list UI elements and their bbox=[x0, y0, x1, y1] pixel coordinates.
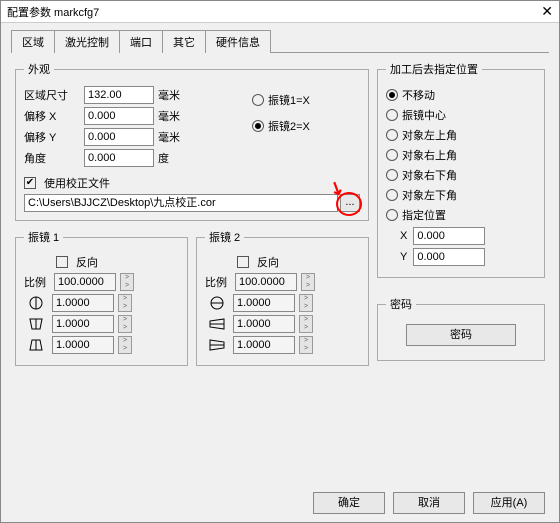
goto-y-input[interactable]: 0.000 bbox=[413, 248, 485, 266]
close-icon[interactable]: ✕ bbox=[541, 3, 553, 20]
g2-k3-input[interactable]: 1.0000 bbox=[233, 336, 295, 354]
shape-circle-icon bbox=[205, 294, 229, 312]
galvo2-legend: 振镜 2 bbox=[205, 229, 244, 245]
galvo2-group: 振镜 2 反向 比例100.0000>> 1.0000>> 1.0000>> 1… bbox=[196, 229, 369, 366]
shape-trap2-icon bbox=[24, 336, 48, 354]
usefile-label: 使用校正文件 bbox=[44, 175, 110, 191]
goto-legend: 加工后去指定位置 bbox=[386, 61, 482, 77]
angle-label: 角度 bbox=[24, 150, 80, 166]
browse-button[interactable]: ... bbox=[340, 194, 360, 212]
goto-opt-3[interactable] bbox=[386, 149, 398, 161]
tab-laser[interactable]: 激光控制 bbox=[54, 30, 120, 53]
appearance-group: 外观 区域尺寸 132.00 毫米 偏移 X 0.000 毫米 偏移 Y 0.0 bbox=[15, 61, 369, 221]
appearance-legend: 外观 bbox=[24, 61, 54, 77]
cancel-button[interactable]: 取消 bbox=[393, 492, 465, 514]
window-title: 配置参数 markcfg7 bbox=[7, 4, 99, 20]
shape-circle-icon bbox=[24, 294, 48, 312]
g1-reverse-check[interactable] bbox=[56, 256, 68, 268]
g1-k1-spin[interactable]: >> bbox=[118, 294, 132, 312]
goto-opt-4[interactable] bbox=[386, 169, 398, 181]
area-input[interactable]: 132.00 bbox=[84, 86, 154, 104]
footer: 确定 取消 应用(A) bbox=[313, 492, 545, 514]
goto-group: 加工后去指定位置 不移动 振镜中心 对象左上角 对象右上角 对象右下角 对象左下… bbox=[377, 61, 545, 278]
g2-k1-spin[interactable]: >> bbox=[299, 294, 313, 312]
file-path-input[interactable]: C:\Users\BJJCZ\Desktop\九点校正.cor bbox=[24, 194, 338, 212]
g1-ratio-spin[interactable]: >> bbox=[120, 273, 134, 291]
angle-unit: 度 bbox=[158, 150, 186, 166]
offy-label: 偏移 Y bbox=[24, 129, 80, 145]
g1-ratio-label: 比例 bbox=[24, 274, 50, 290]
galvo1x-radio[interactable] bbox=[252, 94, 264, 106]
goto-x-input[interactable]: 0.000 bbox=[413, 227, 485, 245]
offx-input[interactable]: 0.000 bbox=[84, 107, 154, 125]
g2-k3-spin[interactable]: >> bbox=[299, 336, 313, 354]
tab-port[interactable]: 端口 bbox=[119, 30, 163, 53]
g2-reverse-check[interactable] bbox=[237, 256, 249, 268]
password-group: 密码 密码 bbox=[377, 296, 545, 361]
g2-k2-input[interactable]: 1.0000 bbox=[233, 315, 295, 333]
galvo1-legend: 振镜 1 bbox=[24, 229, 63, 245]
offx-label: 偏移 X bbox=[24, 108, 80, 124]
g1-k1-input[interactable]: 1.0000 bbox=[52, 294, 114, 312]
shape-trap2-icon bbox=[205, 336, 229, 354]
password-button[interactable]: 密码 bbox=[406, 324, 516, 346]
area-label: 区域尺寸 bbox=[24, 87, 80, 103]
galvo2x-label: 振镜2=X bbox=[268, 118, 310, 134]
apply-button[interactable]: 应用(A) bbox=[473, 492, 545, 514]
ok-button[interactable]: 确定 bbox=[313, 492, 385, 514]
tab-area[interactable]: 区域 bbox=[11, 30, 55, 53]
angle-input[interactable]: 0.000 bbox=[84, 149, 154, 167]
goto-opt-1[interactable] bbox=[386, 109, 398, 121]
g2-ratio-label: 比例 bbox=[205, 274, 231, 290]
goto-opt-0[interactable] bbox=[386, 89, 398, 101]
goto-opt-5[interactable] bbox=[386, 189, 398, 201]
tab-other[interactable]: 其它 bbox=[162, 30, 206, 53]
usefile-check[interactable] bbox=[24, 177, 36, 189]
g2-ratio-input[interactable]: 100.0000 bbox=[235, 273, 297, 291]
g2-ratio-spin[interactable]: >> bbox=[301, 273, 315, 291]
g2-k2-spin[interactable]: >> bbox=[299, 315, 313, 333]
offx-unit: 毫米 bbox=[158, 108, 186, 124]
g1-ratio-input[interactable]: 100.0000 bbox=[54, 273, 116, 291]
galvo1x-label: 振镜1=X bbox=[268, 92, 310, 108]
tab-hw[interactable]: 硬件信息 bbox=[205, 30, 271, 53]
g1-k2-input[interactable]: 1.0000 bbox=[52, 315, 114, 333]
area-unit: 毫米 bbox=[158, 87, 186, 103]
shape-trap1-icon bbox=[205, 315, 229, 333]
tab-bar: 区域 激光控制 端口 其它 硬件信息 bbox=[11, 30, 549, 53]
galvo1-group: 振镜 1 反向 比例100.0000>> 1.0000>> 1.0000>> 1… bbox=[15, 229, 188, 366]
goto-opt-2[interactable] bbox=[386, 129, 398, 141]
g2-reverse-label: 反向 bbox=[257, 254, 279, 270]
config-dialog: 配置参数 markcfg7 ✕ 区域 激光控制 端口 其它 硬件信息 外观 区域… bbox=[0, 0, 560, 523]
g1-reverse-label: 反向 bbox=[76, 254, 98, 270]
offy-unit: 毫米 bbox=[158, 129, 186, 145]
g2-k1-input[interactable]: 1.0000 bbox=[233, 294, 295, 312]
goto-y-label: Y bbox=[400, 251, 407, 263]
galvo2x-radio[interactable] bbox=[252, 120, 264, 132]
password-legend: 密码 bbox=[386, 296, 416, 312]
shape-trap1-icon bbox=[24, 315, 48, 333]
offy-input[interactable]: 0.000 bbox=[84, 128, 154, 146]
g1-k2-spin[interactable]: >> bbox=[118, 315, 132, 333]
goto-x-label: X bbox=[400, 230, 407, 242]
g1-k3-input[interactable]: 1.0000 bbox=[52, 336, 114, 354]
goto-opt-6[interactable] bbox=[386, 209, 398, 221]
g1-k3-spin[interactable]: >> bbox=[118, 336, 132, 354]
titlebar: 配置参数 markcfg7 ✕ bbox=[1, 1, 559, 23]
